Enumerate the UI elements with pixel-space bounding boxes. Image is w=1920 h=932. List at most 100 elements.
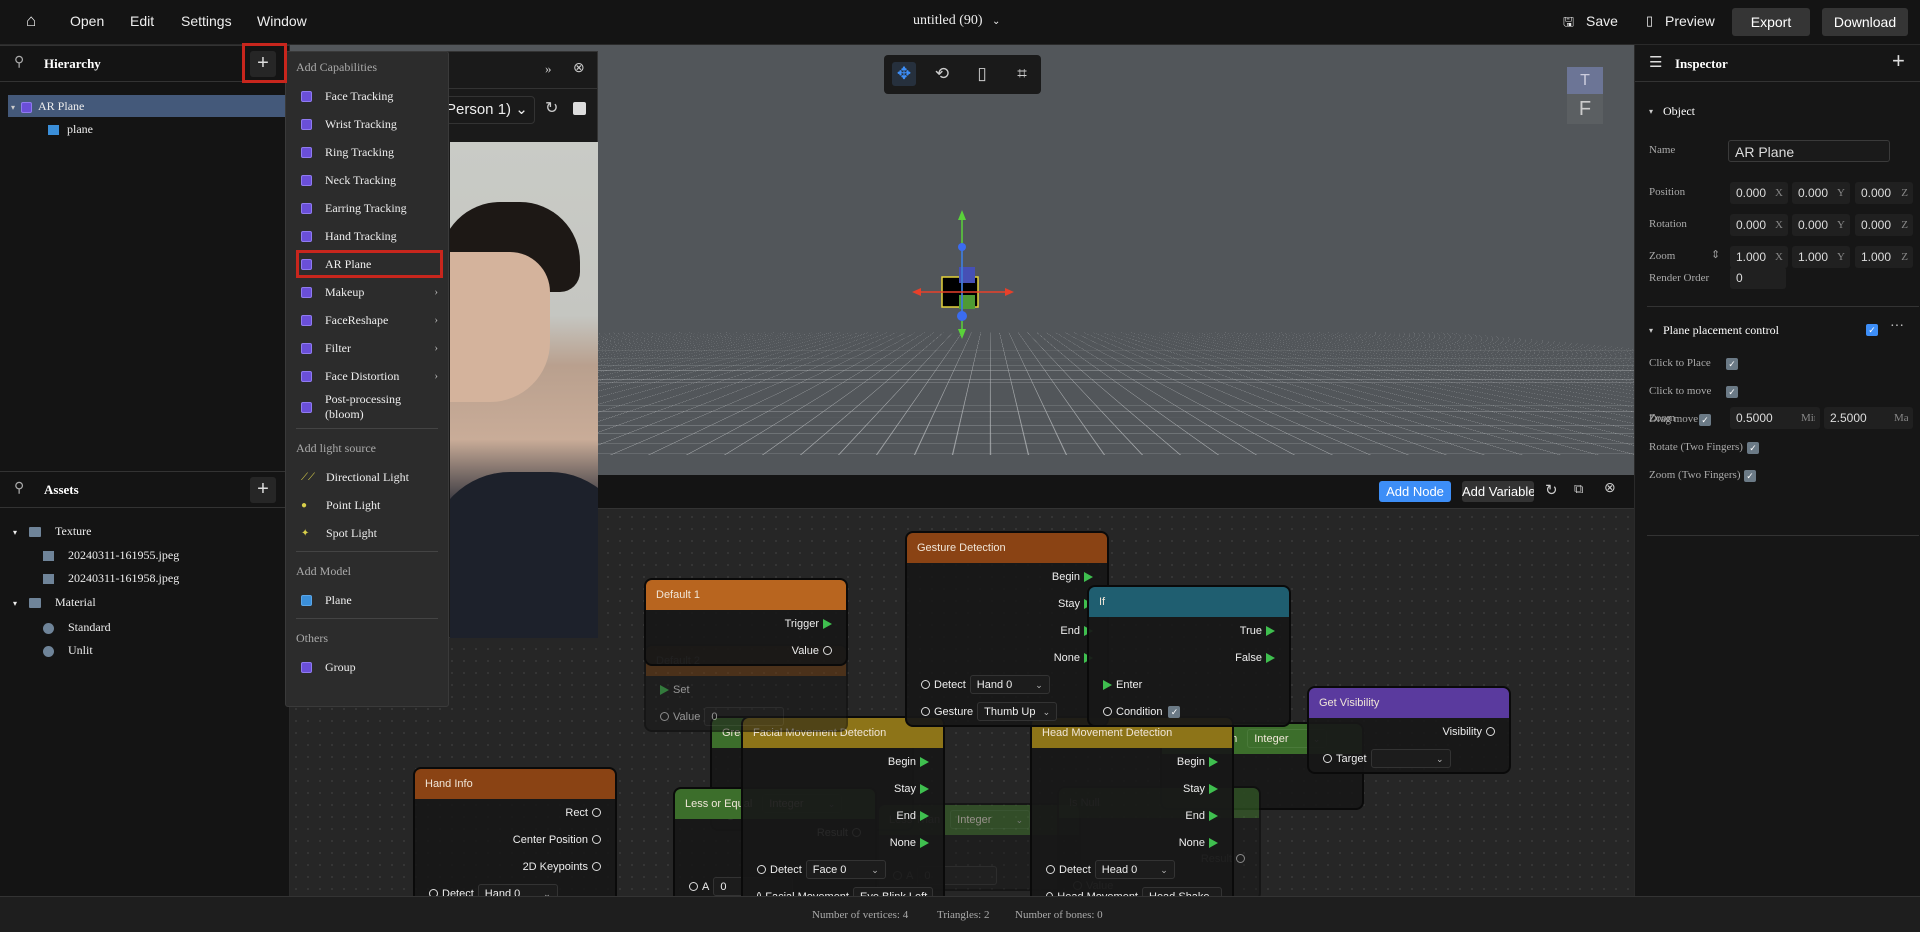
exec-in-port[interactable] [1103, 679, 1112, 690]
asset-file[interactable]: 20240311-161955.jpeg [43, 544, 179, 566]
menu-settings[interactable]: Settings [181, 13, 232, 29]
object-section-title[interactable]: Object [1663, 104, 1695, 119]
data-in-port[interactable] [921, 707, 930, 716]
home-icon[interactable]: ⌂ [26, 11, 36, 31]
project-title[interactable]: untitled (90) [913, 13, 983, 29]
node-default-1[interactable]: Default 1 Trigger Value [644, 578, 848, 666]
collapse-icon[interactable]: » [545, 61, 552, 77]
download-button[interactable]: Download [1822, 8, 1908, 36]
menu-item-face-distortion[interactable]: Face Distortion › [286, 362, 448, 390]
move-tool-icon[interactable]: ✥ [892, 62, 916, 86]
collapse-icon[interactable]: ▾ [1649, 107, 1653, 116]
type-select[interactable]: Integer ⌄ [950, 810, 1031, 829]
data-in-port[interactable] [1103, 707, 1112, 716]
menu-item-facereshape[interactable]: FaceReshape › [286, 306, 448, 334]
menu-item-makeup[interactable]: Makeup › [286, 278, 448, 306]
exec-in-port[interactable] [660, 684, 669, 695]
position-y-input[interactable]: 0.000 Y [1792, 182, 1850, 204]
data-in-port[interactable] [689, 882, 698, 891]
menu-item-directional-light[interactable]: ⟋⟋ Directional Light [286, 463, 448, 491]
menu-edit[interactable]: Edit [130, 13, 154, 29]
node-header[interactable]: Get Visibility [1309, 688, 1509, 718]
menu-item-wrist-tracking[interactable]: Wrist Tracking [286, 110, 448, 138]
menu-item-hand-tracking[interactable]: Hand Tracking [286, 222, 448, 250]
plane-section-title[interactable]: Plane placement control [1663, 323, 1779, 338]
detect-select[interactable]: Face 0 ⌄ [805, 860, 886, 879]
popout-icon[interactable]: ⧉ [1574, 481, 1583, 497]
rotation-y-input[interactable]: 0.000 Y [1792, 214, 1850, 236]
menu-item-ring-tracking[interactable]: Ring Tracking [286, 138, 448, 166]
render-order-input[interactable]: 0 [1730, 267, 1786, 289]
close-icon[interactable]: ⊗ [1604, 480, 1616, 497]
zoom-min-input[interactable]: 0.5000 Min [1730, 407, 1820, 429]
search-icon[interactable]: ⚲ [14, 54, 24, 71]
exec-out-port[interactable] [1209, 783, 1218, 794]
gesture-select[interactable]: Thumb Up ⌄ [977, 702, 1058, 721]
detect-select[interactable]: Hand 0 ⌄ [969, 675, 1050, 694]
exec-out-port[interactable] [920, 783, 929, 794]
exec-out-port[interactable] [1209, 756, 1218, 767]
detect-select[interactable]: Head 0 ⌄ [1094, 860, 1175, 879]
node-header[interactable]: Gesture Detection [907, 533, 1107, 563]
material-item[interactable]: Standard [43, 616, 111, 638]
transform-gizmo[interactable] [890, 205, 1030, 345]
facial-movement-select[interactable]: Eye Blink Left⌄ [853, 887, 933, 896]
head-movement-select[interactable]: Head Shake⌄ [1142, 887, 1222, 896]
refresh-icon[interactable]: ↻ [545, 98, 558, 118]
zoom-x-input[interactable]: 1.000 X [1730, 246, 1788, 268]
node-get-visibility[interactable]: Get Visibility Visibility Target ⌄ [1307, 686, 1511, 774]
rect-tool-icon[interactable]: ⌗ [1010, 62, 1034, 86]
data-out-port[interactable] [1486, 727, 1495, 736]
target-select[interactable]: ⌄ [1370, 749, 1451, 768]
exec-out-port[interactable] [823, 618, 832, 629]
data-in-port[interactable] [921, 680, 930, 689]
menu-item-point-light[interactable]: ● Point Light [286, 491, 448, 519]
folder-texture[interactable]: ▾ Texture [13, 520, 92, 542]
node-head-movement-detection[interactable]: Head Movement Detection Begin Stay End None D… [1030, 716, 1234, 896]
add-component-button[interactable]: + [1892, 48, 1905, 74]
drag-move-checkbox[interactable]: ✓ [1699, 414, 1711, 426]
exec-out-port[interactable] [1209, 810, 1218, 821]
menu-item-spot-light[interactable]: ✦ Spot Light [286, 519, 448, 547]
save-button[interactable]: Save [1586, 13, 1618, 29]
exec-out-port[interactable] [1266, 652, 1275, 663]
zoom-max-input[interactable]: 2.5000 Max [1824, 407, 1913, 429]
data-in-port[interactable] [429, 889, 438, 896]
link-scale-icon[interactable]: ⇕ [1711, 248, 1720, 261]
click-to-move-checkbox[interactable]: ✓ [1726, 386, 1738, 398]
position-x-input[interactable]: 0.000 X [1730, 182, 1788, 204]
menu-window[interactable]: Window [257, 13, 307, 29]
name-input[interactable]: AR Plane [1728, 140, 1890, 162]
zoom-y-input[interactable]: 1.000 Y [1792, 246, 1850, 268]
menu-item-filter[interactable]: Filter › [286, 334, 448, 362]
node-header[interactable]: Hand Info [415, 769, 615, 799]
hierarchy-item-plane[interactable]: plane [48, 118, 93, 140]
exec-out-port[interactable] [920, 810, 929, 821]
exec-out-port[interactable] [1209, 837, 1218, 848]
node-header[interactable]: If [1089, 587, 1289, 617]
collapse-icon[interactable]: ▾ [1649, 326, 1653, 335]
chevron-down-icon[interactable]: ⌄ [992, 16, 1000, 27]
menu-item-ar-plane[interactable]: AR Plane [286, 250, 448, 278]
data-in-port[interactable] [757, 865, 766, 874]
condition-checkbox[interactable]: ✓ [1168, 705, 1181, 718]
data-in-port[interactable] [660, 712, 669, 721]
close-icon[interactable]: ⊗ [573, 60, 585, 77]
exec-out-port[interactable] [920, 756, 929, 767]
rotation-z-input[interactable]: 0.000 Z [1855, 214, 1913, 236]
folder-material[interactable]: ▾ Material [13, 591, 96, 613]
menu-item-group[interactable]: Group [286, 653, 448, 681]
more-icon[interactable]: ··· [1890, 319, 1904, 335]
data-out-port[interactable] [823, 646, 832, 655]
menu-item-face-tracking[interactable]: Face Tracking [286, 82, 448, 110]
camera-select[interactable]: Person 1) ⌄ [441, 96, 535, 124]
click-to-place-checkbox[interactable]: ✓ [1726, 358, 1738, 370]
scale-tool-icon[interactable]: ▯ [970, 62, 994, 86]
material-item[interactable]: Unlit [43, 639, 93, 661]
node-if[interactable]: If True False Enter Condition ✓ [1087, 585, 1291, 727]
detect-select[interactable]: Hand 0 ⌄ [477, 884, 558, 896]
exec-out-port[interactable] [920, 837, 929, 848]
zoom-z-input[interactable]: 1.000 Z [1855, 246, 1913, 268]
asset-file[interactable]: 20240311-161958.jpeg [43, 567, 179, 589]
rotate-tool-icon[interactable]: ⟲ [930, 62, 954, 86]
